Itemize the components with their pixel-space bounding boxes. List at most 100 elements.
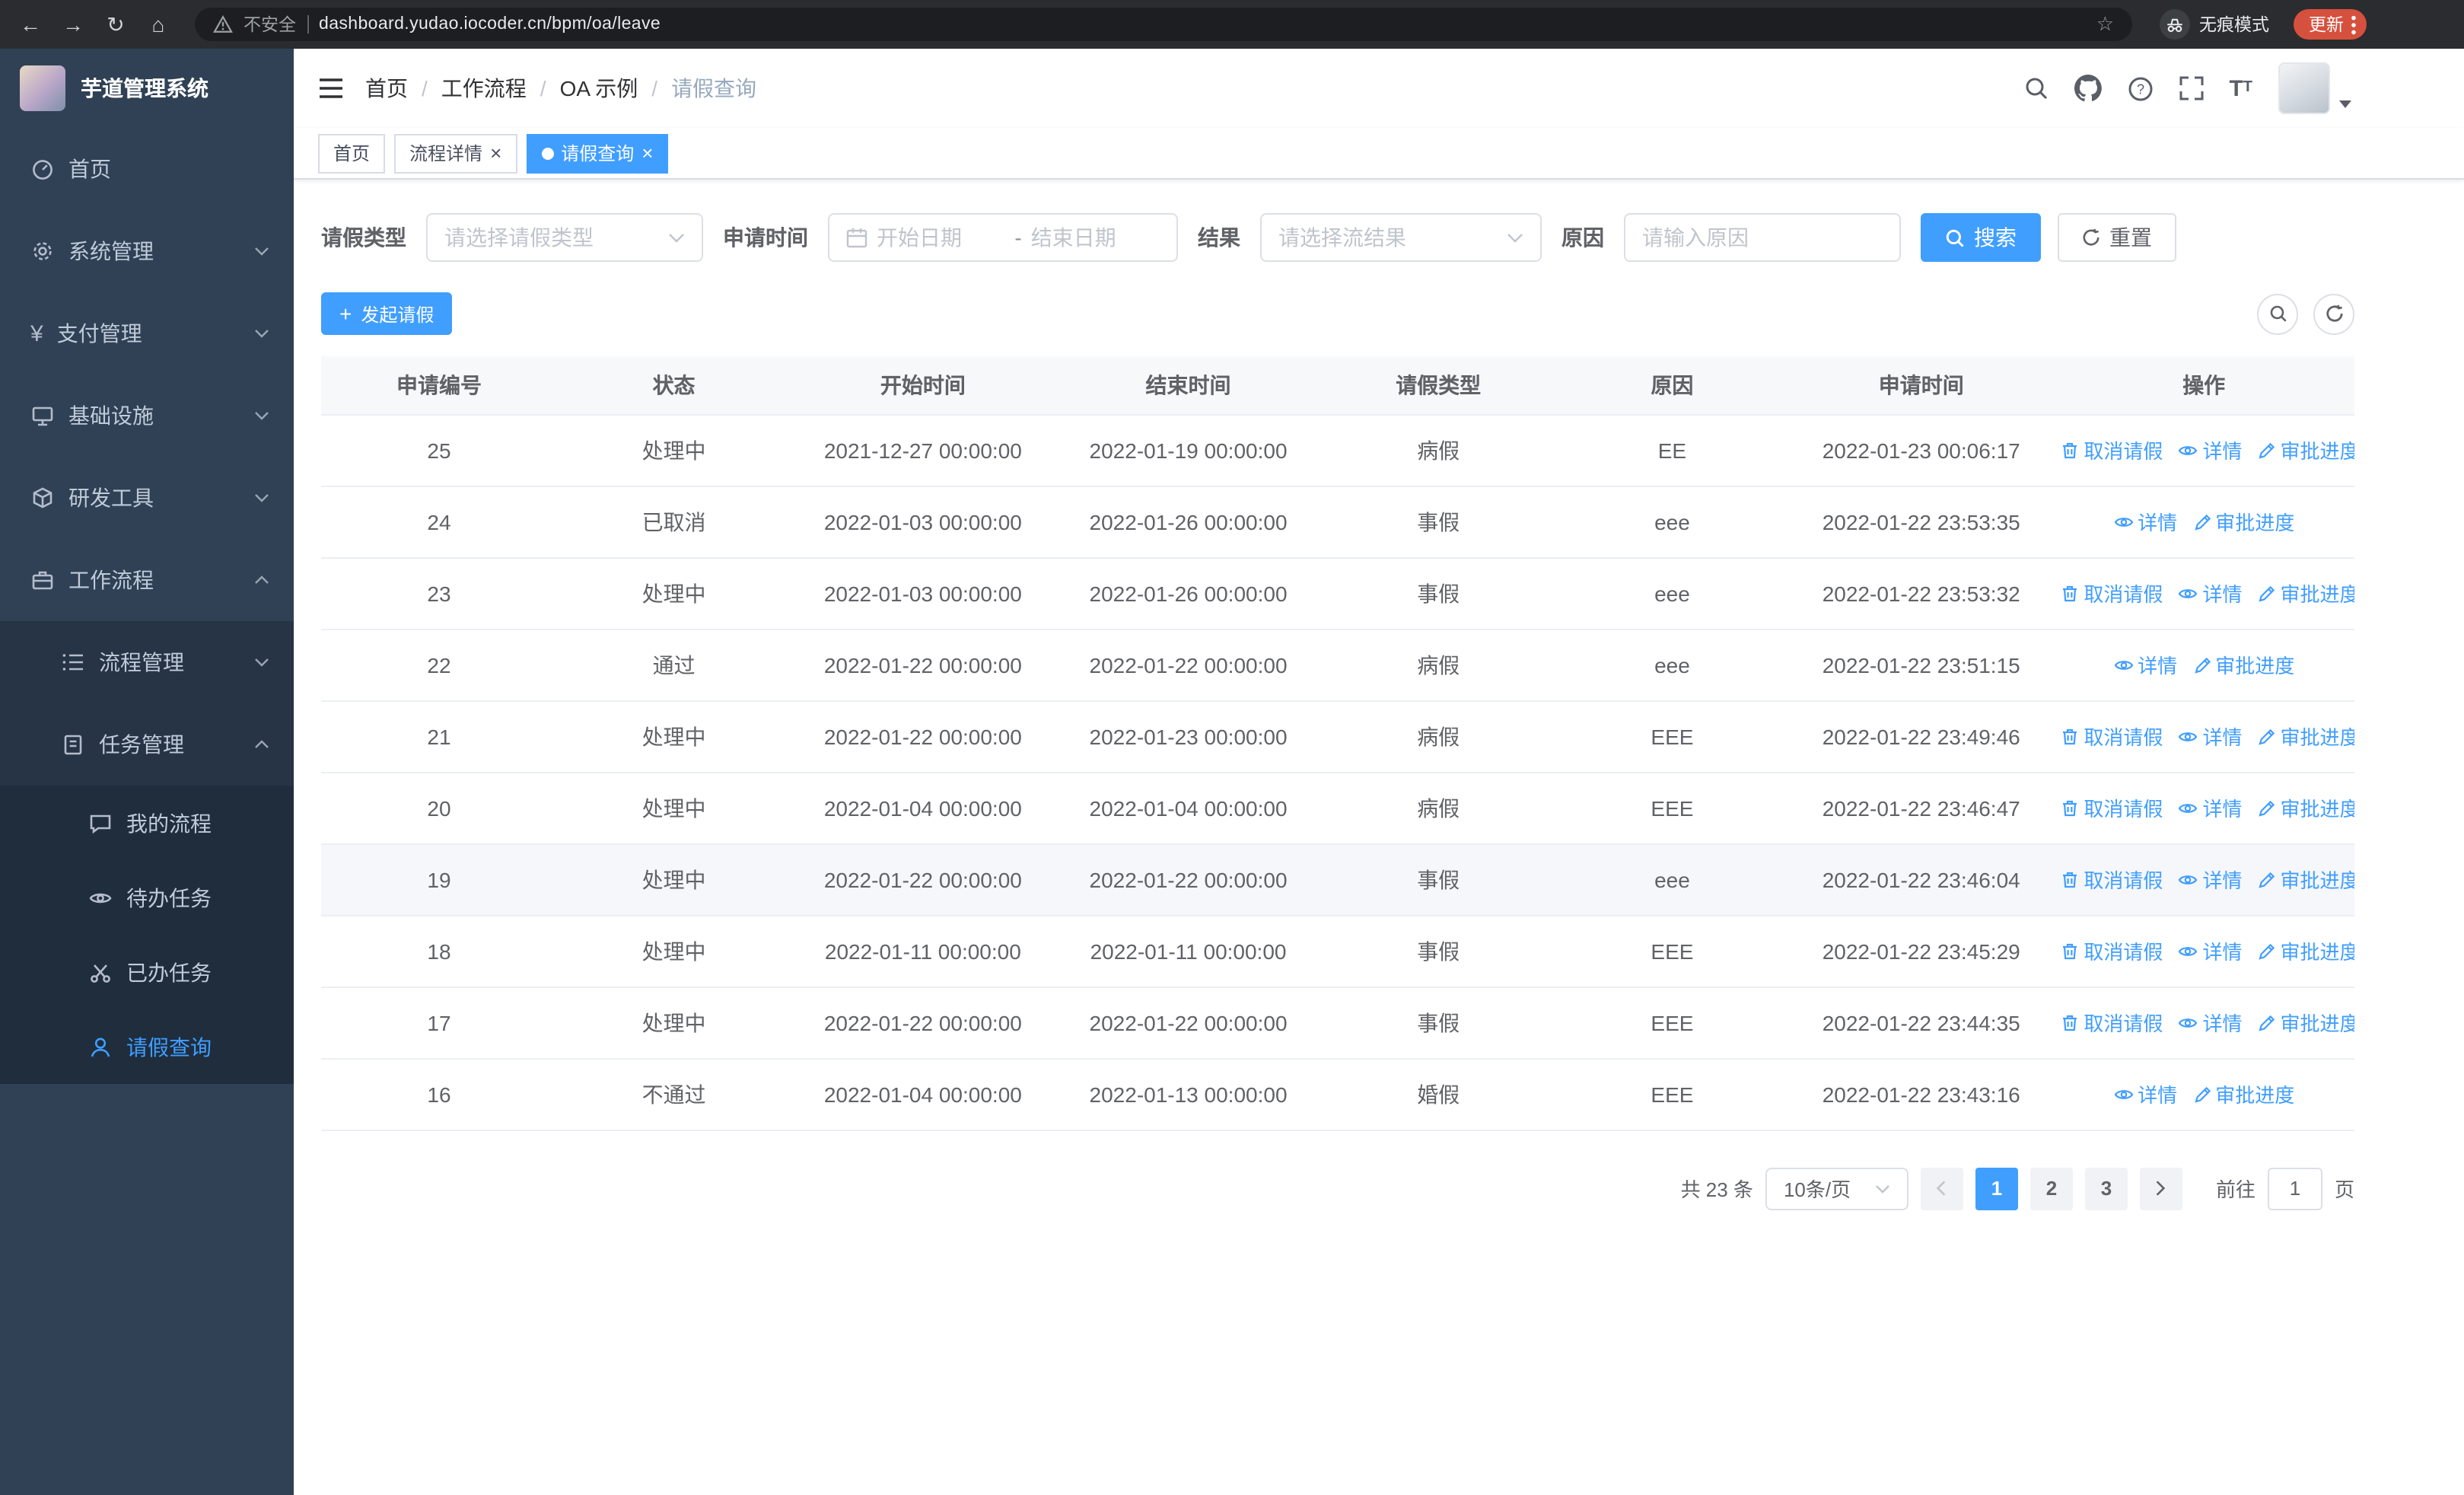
- sidebar-toggle-icon[interactable]: [318, 78, 344, 99]
- approval-progress-link[interactable]: 审批进度: [2257, 579, 2354, 607]
- fullscreen-icon[interactable]: [2179, 76, 2203, 100]
- reason-input[interactable]: [1624, 213, 1901, 262]
- create-leave-button[interactable]: + 发起请假: [321, 292, 453, 335]
- cell-start-time: 2022-01-04 00:00:00: [791, 772, 1055, 844]
- approval-progress-link[interactable]: 审批进度: [2257, 1008, 2354, 1037]
- table-row[interactable]: 19 处理中 2022-01-22 00:00:00 2022-01-22 00…: [321, 843, 2354, 916]
- table-row[interactable]: 22 通过 2022-01-22 00:00:00 2022-01-22 00:…: [321, 629, 2354, 701]
- close-icon[interactable]: ×: [490, 143, 501, 163]
- cancel-leave-link[interactable]: 取消请假: [2061, 435, 2163, 464]
- approval-progress-link[interactable]: 审批进度: [2257, 936, 2354, 965]
- tab-leave-query[interactable]: 请假查询 ×: [526, 133, 669, 173]
- toggle-search-button[interactable]: [2257, 293, 2298, 334]
- sidebar-item-devtools[interactable]: 研发工具: [0, 457, 294, 539]
- detail-link[interactable]: 详情: [2113, 650, 2177, 679]
- table-row[interactable]: 24 已取消 2022-01-03 00:00:00 2022-01-26 00…: [321, 486, 2354, 558]
- cancel-leave-link[interactable]: 取消请假: [2061, 793, 2163, 822]
- approval-progress-link[interactable]: 审批进度: [2192, 507, 2294, 536]
- eye-icon: [2179, 803, 2198, 812]
- detail-link[interactable]: 详情: [2178, 579, 2242, 607]
- sidebar-item-payment[interactable]: ¥ 支付管理: [0, 292, 294, 375]
- home-icon[interactable]: ⌂: [140, 6, 177, 43]
- security-label[interactable]: 不安全: [244, 12, 296, 37]
- chat-icon: [88, 811, 113, 835]
- sidebar-item-my-process[interactable]: 我的流程: [0, 786, 294, 860]
- url-text[interactable]: dashboard.yudao.iocoder.cn/bpm/oa/leave: [319, 15, 661, 33]
- detail-link[interactable]: 详情: [2178, 936, 2242, 965]
- browser-menu-icon[interactable]: [2351, 14, 2356, 34]
- app-logo[interactable]: 芋道管理系统: [0, 49, 294, 128]
- refresh-table-button[interactable]: [2313, 293, 2354, 334]
- goto-page-input[interactable]: [2267, 1167, 2322, 1210]
- page-button-1[interactable]: 1: [1975, 1167, 2018, 1210]
- breadcrumb-workflow[interactable]: 工作流程: [441, 73, 527, 104]
- sidebar-item-task-mgmt[interactable]: 任务管理: [0, 703, 294, 786]
- result-select[interactable]: 请选择流结果: [1260, 213, 1542, 262]
- approval-progress-link[interactable]: 审批进度: [2257, 435, 2354, 464]
- sidebar-item-infrastructure[interactable]: 基础设施: [0, 375, 294, 457]
- approval-progress-link[interactable]: 审批进度: [2257, 722, 2354, 751]
- approval-progress-link[interactable]: 审批进度: [2257, 865, 2354, 894]
- approval-progress-link[interactable]: 审批进度: [2257, 793, 2354, 822]
- sidebar-item-leave-query[interactable]: 请假查询: [0, 1009, 294, 1084]
- font-size-icon[interactable]: TT: [2229, 77, 2252, 100]
- cell-reason: eee: [1555, 486, 1790, 558]
- cell-status: 通过: [556, 629, 791, 701]
- cancel-leave-link[interactable]: 取消请假: [2061, 936, 2163, 965]
- page-button-2[interactable]: 2: [2029, 1167, 2073, 1210]
- help-icon[interactable]: ?: [2127, 75, 2153, 101]
- detail-link[interactable]: 详情: [2178, 1008, 2242, 1037]
- detail-link[interactable]: 详情: [2113, 1079, 2177, 1108]
- sidebar-item-process-mgmt[interactable]: 流程管理: [0, 621, 294, 703]
- sidebar-item-todo-tasks[interactable]: 待办任务: [0, 860, 294, 935]
- apply-time-range-picker[interactable]: 开始日期 - 结束日期: [828, 213, 1178, 262]
- page-button-3[interactable]: 3: [2084, 1167, 2128, 1210]
- address-bar[interactable]: 不安全 dashboard.yudao.iocoder.cn/bpm/oa/le…: [195, 8, 2132, 41]
- github-icon[interactable]: [2074, 75, 2102, 102]
- search-icon[interactable]: [2023, 76, 2048, 100]
- page-size-select[interactable]: 10条/页: [1765, 1167, 1908, 1210]
- search-button[interactable]: 搜索: [1921, 213, 2041, 262]
- sidebar-item-done-tasks[interactable]: 已办任务: [0, 935, 294, 1009]
- next-page-button[interactable]: [2139, 1167, 2182, 1210]
- cancel-leave-link[interactable]: 取消请假: [2061, 865, 2163, 894]
- table-row[interactable]: 25 处理中 2021-12-27 00:00:00 2022-01-19 00…: [321, 414, 2354, 486]
- prev-page-button[interactable]: [1920, 1167, 1963, 1210]
- update-button[interactable]: 更新: [2294, 9, 2367, 40]
- approval-progress-link[interactable]: 审批进度: [2192, 1079, 2294, 1108]
- table-row[interactable]: 21 处理中 2022-01-22 00:00:00 2022-01-23 00…: [321, 700, 2354, 773]
- detail-link[interactable]: 详情: [2113, 507, 2177, 536]
- delete-icon: [2063, 441, 2077, 458]
- cancel-leave-link[interactable]: 取消请假: [2061, 722, 2163, 751]
- sidebar-item-workflow[interactable]: 工作流程: [0, 539, 294, 621]
- detail-link[interactable]: 详情: [2178, 722, 2242, 751]
- breadcrumb-home[interactable]: 首页: [365, 73, 408, 104]
- reload-icon[interactable]: ↻: [97, 6, 134, 43]
- cancel-leave-link[interactable]: 取消请假: [2061, 579, 2163, 607]
- detail-link[interactable]: 详情: [2178, 865, 2242, 894]
- forward-icon[interactable]: →: [55, 6, 91, 43]
- table-row[interactable]: 16 不通过 2022-01-04 00:00:00 2022-01-13 00…: [321, 1058, 2354, 1130]
- table-row[interactable]: 23 处理中 2022-01-03 00:00:00 2022-01-26 00…: [321, 557, 2354, 630]
- sidebar-item-system[interactable]: 系统管理: [0, 210, 294, 292]
- user-menu[interactable]: [2278, 62, 2351, 114]
- cancel-leave-link[interactable]: 取消请假: [2061, 1008, 2163, 1037]
- sidebar-item-home[interactable]: 首页: [0, 128, 294, 210]
- close-icon[interactable]: ×: [641, 143, 653, 163]
- cell-reason: EEE: [1555, 700, 1790, 773]
- reset-button[interactable]: 重置: [2058, 213, 2176, 262]
- monitor-icon: [30, 403, 55, 428]
- table-row[interactable]: 17 处理中 2022-01-22 00:00:00 2022-01-22 00…: [321, 987, 2354, 1059]
- tab-home[interactable]: 首页: [318, 133, 386, 173]
- table-row[interactable]: 18 处理中 2022-01-11 00:00:00 2022-01-11 00…: [321, 915, 2354, 987]
- leave-type-select[interactable]: 请选择请假类型: [426, 213, 703, 262]
- breadcrumb-oa[interactable]: OA 示例: [560, 73, 638, 104]
- back-icon[interactable]: ←: [12, 6, 49, 43]
- approval-progress-link[interactable]: 审批进度: [2192, 650, 2294, 679]
- detail-link[interactable]: 详情: [2178, 435, 2242, 464]
- bookmark-star-icon[interactable]: ☆: [2096, 12, 2114, 37]
- avatar[interactable]: [2278, 62, 2330, 114]
- tab-process-detail[interactable]: 流程详情 ×: [394, 133, 517, 173]
- table-row[interactable]: 20 处理中 2022-01-04 00:00:00 2022-01-04 00…: [321, 772, 2354, 844]
- detail-link[interactable]: 详情: [2178, 793, 2242, 822]
